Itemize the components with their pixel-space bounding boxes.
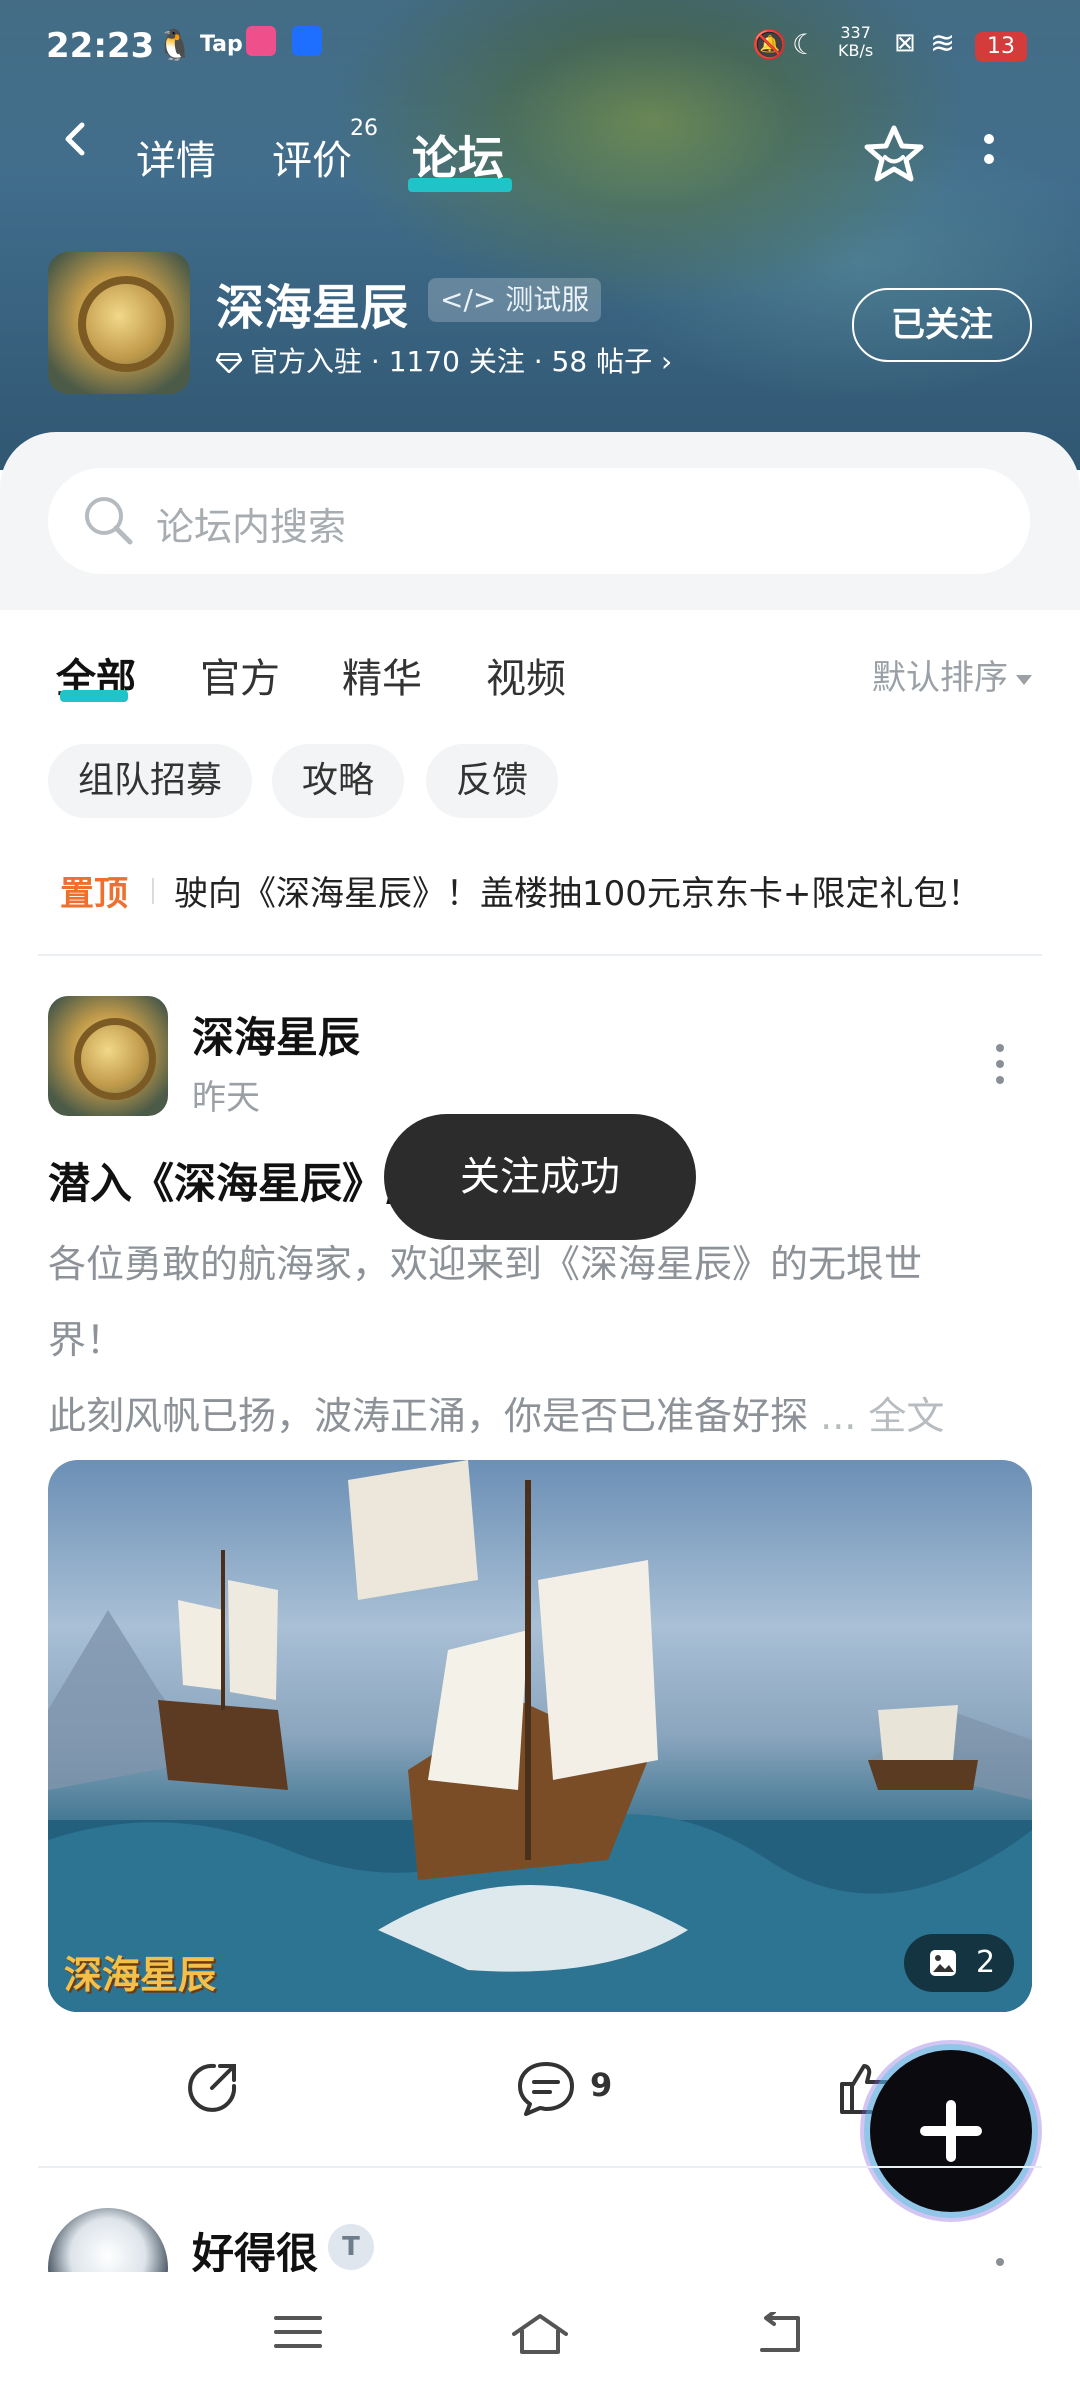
battery-indicator: 13 (975, 32, 1027, 62)
game-avatar[interactable] (48, 252, 190, 394)
sim-icon: ⊠ (894, 28, 916, 58)
tab-reviews[interactable]: 评价 (272, 128, 352, 186)
post-more-icon[interactable] (996, 2258, 1004, 2266)
post-more-icon[interactable] (996, 1044, 1006, 1092)
wifi-icon: ≋ (930, 26, 956, 61)
follow-button[interactable]: 已关注 (852, 288, 1032, 362)
divider (38, 2166, 1042, 2168)
pinned-tag: 置顶 (60, 874, 128, 914)
comment-icon[interactable] (516, 2060, 576, 2116)
read-more-link[interactable]: ... 全文 (820, 1394, 944, 1438)
back-arrow-icon[interactable] (58, 122, 92, 156)
image-count-badge: 2 (904, 1934, 1014, 1992)
favorite-star-icon[interactable] (862, 122, 926, 186)
game-name: 深海星辰 (216, 280, 409, 336)
caret-down-icon (1016, 674, 1032, 685)
ship-illustration (48, 1460, 1032, 2012)
status-bar: 22:23 🐧 Tap 🔕 ☾ 337 KB/s ⊠ ≋ 13 (0, 20, 1080, 76)
filter-tab-video[interactable]: 视频 (486, 646, 566, 704)
chip-feedback[interactable]: 反馈 (426, 744, 559, 818)
create-post-button[interactable] (870, 2050, 1032, 2212)
chip-team-recruit[interactable]: 组队招募 (48, 744, 253, 818)
share-icon[interactable] (184, 2060, 240, 2116)
search-placeholder: 论坛内搜索 (156, 505, 347, 549)
status-time: 22:23 (46, 26, 155, 66)
test-server-badge: </> 测试服 (428, 278, 602, 322)
reviews-count-badge: 26 (350, 116, 378, 141)
mute-icon: 🔕 (752, 28, 787, 61)
toast-message: 关注成功 (384, 1114, 696, 1240)
user-level-badge: T (328, 2224, 374, 2270)
do-not-disturb-icon: ☾ (792, 28, 818, 61)
search-input[interactable]: 论坛内搜索 (48, 468, 1030, 574)
tab-forum[interactable]: 论坛 (412, 122, 504, 188)
bilibili-icon (246, 26, 276, 56)
post-time: 昨天 (192, 1078, 260, 1118)
official-diamond-icon (216, 353, 242, 373)
tab-details[interactable]: 详情 (136, 128, 216, 186)
menu-icon[interactable] (274, 2312, 322, 2352)
taptap-icon: Tap (200, 32, 243, 57)
search-icon (85, 497, 133, 545)
back-icon[interactable] (754, 2312, 806, 2356)
comment-count: 9 (590, 2066, 613, 2104)
filter-tab-official[interactable]: 官方 (200, 646, 280, 704)
game-meta[interactable]: 官方入驻 · 1170 关注 · 58 帖子 › (216, 340, 672, 380)
divider (38, 954, 1042, 956)
post-author-avatar[interactable] (48, 996, 168, 1116)
qq-icon: 🐧 (156, 28, 194, 63)
pinned-post-link[interactable]: 驶向《深海星辰》！盖楼抽100元京东卡+限定礼包！ (174, 866, 981, 915)
post-excerpt[interactable]: 各位勇敢的航海家，欢迎来到《深海星辰》的无垠世 界！ 此刻风帆已扬，波涛正涌，你… (48, 1226, 1038, 1454)
post-author-name[interactable]: 深海星辰 (192, 1004, 360, 1065)
app-notification-icon (292, 26, 322, 56)
chevron-right-icon: › (661, 345, 673, 378)
filter-tab-underline (60, 690, 128, 702)
more-options-icon[interactable] (984, 134, 994, 174)
pinned-separator (152, 878, 154, 904)
filter-tab-featured[interactable]: 精华 (342, 646, 422, 704)
image-icon (930, 1950, 956, 1976)
system-navigation-bar (0, 2272, 1080, 2400)
chip-guide[interactable]: 攻略 (272, 744, 405, 818)
home-icon[interactable] (510, 2312, 570, 2356)
game-logo-watermark: 深海星辰 (64, 1953, 217, 1997)
sort-dropdown[interactable]: 默认排序 (872, 650, 1032, 699)
network-speed: 337 KB/s (838, 23, 874, 60)
post-image[interactable]: 深海星辰 (48, 1460, 1032, 2012)
